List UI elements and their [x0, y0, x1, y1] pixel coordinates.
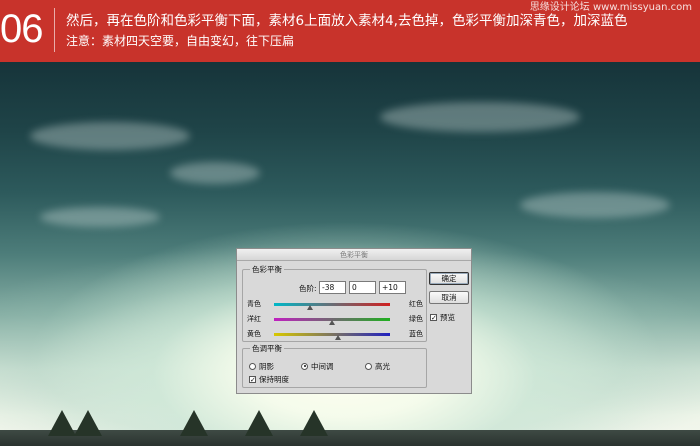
tone-balance-group: 色调平衡 阴影 中间调 高光 ✓ 保持明度 — [242, 344, 427, 388]
radio-dot[interactable] — [249, 362, 256, 370]
radio-label: 高光 — [375, 361, 390, 371]
preview-checkbox[interactable]: ✓ 预览 — [430, 312, 455, 322]
color-balance-dialog: 色彩平衡 色彩平衡 色阶: -38 0 +10 青色 红色 洋红 绿色 黄色 蓝… — [236, 248, 472, 394]
level-magenta-green-input[interactable]: 0 — [349, 281, 376, 294]
cloud — [40, 207, 160, 227]
tree — [300, 410, 328, 436]
color-balance-group: 色彩平衡 色阶: -38 0 +10 青色 红色 洋红 绿色 黄色 蓝色 — [242, 265, 427, 342]
radio-highlights[interactable]: 高光 — [365, 361, 390, 371]
tone-radio-row: 阴影 中间调 高光 — [249, 361, 424, 371]
tree — [48, 410, 76, 436]
radio-midtones[interactable]: 中间调 — [301, 361, 334, 371]
slider-thumb[interactable] — [329, 320, 335, 325]
instruction-text: 然后，再在色阶和色彩平衡下面，素材6上面放入素材4,去色掉，色彩平衡加深青色，加… — [66, 13, 628, 29]
ok-button[interactable]: 确定 — [429, 272, 469, 285]
tree — [245, 410, 273, 436]
slider-track[interactable] — [274, 303, 390, 306]
ground — [0, 430, 700, 446]
preserve-luminosity-checkbox[interactable]: ✓ 保持明度 — [249, 374, 289, 384]
step-number: 06 — [0, 7, 44, 51]
slider-label-magenta: 洋红 — [247, 315, 261, 323]
magenta-green-slider[interactable]: 洋红 绿色 — [247, 313, 423, 325]
cloud — [380, 102, 580, 132]
yellow-blue-slider[interactable]: 黄色 蓝色 — [247, 328, 423, 340]
cloud — [170, 162, 260, 184]
radio-label: 阴影 — [259, 361, 274, 371]
slider-track[interactable] — [274, 333, 390, 336]
slider-label-cyan: 青色 — [247, 300, 261, 308]
checkbox-box[interactable]: ✓ — [430, 313, 437, 321]
slider-thumb[interactable] — [334, 335, 341, 340]
cloud — [30, 122, 190, 150]
dialog-titlebar[interactable]: 色彩平衡 — [237, 249, 471, 261]
preserve-luminosity-label: 保持明度 — [259, 374, 289, 384]
banner-divider — [54, 8, 55, 52]
preview-label: 预览 — [440, 312, 455, 322]
watermark: 思缘设计论坛 www.missyuan.com — [529, 2, 692, 13]
radio-label: 中间调 — [311, 361, 334, 371]
cyan-red-slider[interactable]: 青色 红色 — [247, 298, 423, 310]
tone-balance-group-title: 色调平衡 — [250, 344, 284, 353]
level-cyan-red-input[interactable]: -38 — [319, 281, 346, 294]
slider-label-green: 绿色 — [409, 315, 423, 323]
slider-label-blue: 蓝色 — [409, 330, 423, 338]
tree — [180, 410, 208, 436]
tree — [74, 410, 102, 436]
radio-shadows[interactable]: 阴影 — [249, 361, 274, 371]
levels-label: 色阶: — [299, 284, 317, 293]
level-yellow-blue-input[interactable]: +10 — [379, 281, 406, 294]
slider-thumb[interactable] — [306, 305, 313, 310]
checkbox-box[interactable]: ✓ — [249, 375, 256, 383]
radio-dot[interactable] — [301, 362, 308, 370]
slider-label-yellow: 黄色 — [247, 330, 261, 338]
step-banner: 06 然后，再在色阶和色彩平衡下面，素材6上面放入素材4,去色掉，色彩平衡加深青… — [0, 0, 700, 62]
note-text: 注意：素材四天空要，自由变幻，往下压扁 — [66, 34, 295, 48]
radio-dot[interactable] — [365, 362, 372, 370]
slider-label-red: 红色 — [409, 300, 423, 308]
cancel-button[interactable]: 取消 — [429, 291, 469, 304]
cloud — [520, 192, 670, 218]
color-balance-group-title: 色彩平衡 — [250, 265, 284, 274]
